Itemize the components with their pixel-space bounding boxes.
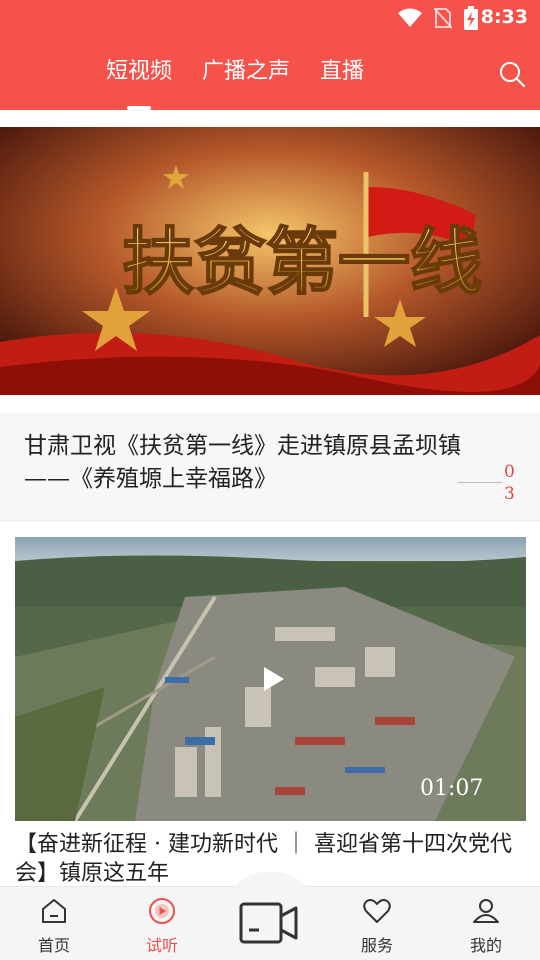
banner-logo-text: 扶贫第一线 <box>122 220 482 304</box>
play-circle-icon <box>149 898 175 924</box>
banner-pager: 0 3 <box>458 462 515 506</box>
status-time: 8:33 <box>480 6 528 28</box>
pager-total: 3 <box>504 484 515 504</box>
nav-mine[interactable]: 我的 <box>451 896 521 956</box>
pager-divider <box>458 482 502 483</box>
heart-icon <box>363 899 391 923</box>
app-header: 8:33 短视频 广播之声 直播 <box>0 0 540 110</box>
tab-live[interactable]: 直播 <box>320 54 364 96</box>
nav-listen-label: 试听 <box>145 936 178 955</box>
no-sim-icon <box>434 7 452 29</box>
battery-charging-icon <box>464 6 478 30</box>
nav-home-label: 首页 <box>37 936 70 955</box>
status-bar: 8:33 <box>0 0 540 36</box>
pager-current: 0 <box>504 462 515 482</box>
nav-service[interactable]: 服务 <box>342 896 412 956</box>
nav-listen[interactable]: 试听 <box>127 896 197 956</box>
tab-short-video[interactable]: 短视频 <box>106 54 172 110</box>
video-duration: 01:07 <box>420 776 484 801</box>
banner-title[interactable]: 甘肃卫视《扶贫第一线》走进镇原县孟坝镇——《养殖塬上幸福路》 <box>24 430 504 496</box>
status-icons <box>398 6 478 30</box>
tab-broadcast[interactable]: 广播之声 <box>202 54 290 96</box>
nav-service-label: 服务 <box>360 936 393 955</box>
user-icon <box>473 899 499 923</box>
home-icon <box>42 899 66 923</box>
nav-home[interactable]: 首页 <box>19 896 89 956</box>
search-icon[interactable] <box>498 60 526 88</box>
play-icon[interactable] <box>258 664 288 694</box>
nav-mine-label: 我的 <box>469 936 502 955</box>
wifi-icon <box>398 8 422 27</box>
top-tabs: 短视频 广播之声 直播 <box>106 54 364 110</box>
banner-artwork: 扶贫第一线 <box>0 127 540 395</box>
banner-image[interactable]: 扶贫第一线 <box>0 127 540 395</box>
video-camera-icon[interactable] <box>238 898 300 948</box>
